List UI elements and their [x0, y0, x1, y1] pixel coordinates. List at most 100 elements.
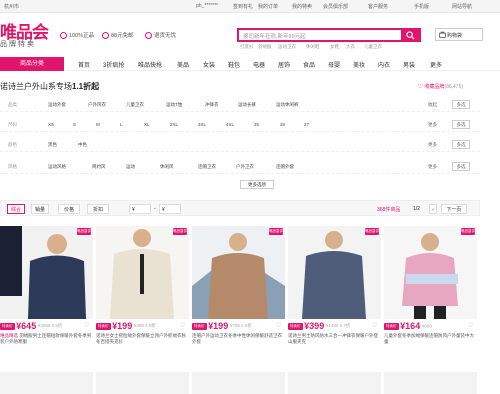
- product-card[interactable]: 唯品直供 特卖价 ¥199 ¥798 2.5折 ♡ 连帽户外运动卫衣冬季中性休闲…: [192, 226, 285, 352]
- filter-toggle[interactable]: 更多: [428, 122, 437, 128]
- product-card[interactable]: 唯品直供 特卖价 ¥199 ¥498 4.0折 ♡ 诺诗兰女士摇粒绒外套保暖立领…: [96, 226, 189, 352]
- filter-option[interactable]: L: [120, 122, 123, 127]
- prev-page-button[interactable]: ‹: [429, 204, 437, 214]
- multi-select-button[interactable]: 多选: [452, 140, 470, 149]
- product-desc[interactable]: 儿童外套冬季加绒保暖连帽防风户外童装中大童: [384, 333, 477, 347]
- filter-option[interactable]: S: [73, 122, 76, 127]
- top-link-mobile[interactable]: 手机版: [414, 3, 429, 10]
- product-desc[interactable]: 诺诗兰男士防风防水三合一冲锋衣保暖户外登山服夹克: [288, 333, 381, 347]
- product-card[interactable]: 唯品直供 特卖价 ¥645 ¥2599 2.5折 ♡ 唯品精选 羽绒服男士连帽短…: [0, 226, 93, 352]
- hot-word[interactable]: 休闲鞋: [306, 44, 320, 50]
- product-image[interactable]: [192, 226, 285, 319]
- nav-item-baby[interactable]: 母婴: [328, 60, 340, 69]
- product-desc[interactable]: 诺诗兰女士摇粒绒外套保暖立领户外抓绒衣秋冬百搭夹克衫: [96, 333, 189, 347]
- category-menu-button[interactable]: 商品分类: [0, 57, 64, 71]
- nav-item-men[interactable]: 男装: [403, 60, 415, 69]
- filter-option[interactable]: 2XL: [170, 122, 178, 127]
- top-link-my[interactable]: 我的特卖: [292, 3, 312, 10]
- top-link-service[interactable]: 客户服务: [368, 3, 388, 10]
- product-card[interactable]: 唯品直供 特卖价 ¥164 ¥699 ♡ 儿童外套冬季加绒保暖连帽防风户外童装中…: [384, 226, 477, 352]
- hot-word[interactable]: 打底衫: [240, 44, 254, 50]
- more-options-button[interactable]: 更多选项: [240, 180, 274, 189]
- product-image[interactable]: [96, 226, 189, 319]
- product-image[interactable]: [0, 226, 93, 319]
- filter-option[interactable]: 运动休闲裤: [276, 102, 299, 108]
- filter-option[interactable]: 冲锋衣: [205, 102, 219, 108]
- filter-option[interactable]: 26: [280, 122, 285, 127]
- top-link-club[interactable]: 会员俱乐部: [323, 3, 348, 10]
- filter-option[interactable]: 黑色: [48, 142, 57, 148]
- heart-icon[interactable]: ♡: [468, 322, 475, 329]
- filter-option[interactable]: 简约风: [92, 164, 106, 170]
- heart-icon[interactable]: ♡: [372, 322, 379, 329]
- hot-word[interactable]: 运动卫衣: [278, 44, 296, 50]
- filter-option[interactable]: 25: [254, 122, 259, 127]
- search-input[interactable]: 婆司新年狂欢,新年99元起: [243, 32, 306, 40]
- heart-icon[interactable]: ♡: [84, 322, 91, 329]
- user-name[interactable]: ph_*******: [196, 3, 218, 9]
- nav-item-beauty-goods[interactable]: 美品: [177, 60, 189, 69]
- filter-toggle[interactable]: 更多: [428, 164, 437, 170]
- nav-item-food[interactable]: 食品: [303, 60, 315, 69]
- multi-select-button[interactable]: 多选: [452, 100, 470, 109]
- multi-select-button[interactable]: 多选: [452, 162, 470, 171]
- filter-option[interactable]: 连帽卫衣: [198, 164, 216, 170]
- nav-item-shoes[interactable]: 鞋包: [228, 60, 240, 69]
- filter-toggle[interactable]: 更多: [428, 142, 437, 148]
- filter-option[interactable]: 3XL: [198, 122, 206, 127]
- product-card-partial[interactable]: [96, 372, 189, 394]
- filter-toggle[interactable]: 收起: [428, 102, 437, 108]
- filter-option[interactable]: XL: [144, 122, 150, 127]
- product-image[interactable]: [288, 226, 381, 319]
- sort-price[interactable]: 价格: [58, 204, 80, 214]
- filter-option[interactable]: 运动: [126, 164, 135, 170]
- search-box[interactable]: 婆司新年狂欢,新年99元起: [237, 28, 421, 42]
- filter-option[interactable]: 运动外套: [48, 102, 66, 108]
- product-desc[interactable]: 唯品精选 羽绒服男士连帽短款保暖外套冬季男装户外防寒服: [0, 333, 93, 347]
- filter-option[interactable]: 4XL: [226, 122, 234, 127]
- nav-item-electronics[interactable]: 电器: [253, 60, 265, 69]
- price-min-input[interactable]: ¥: [129, 204, 151, 214]
- nav-item-sale[interactable]: 3折疯抢: [103, 60, 124, 69]
- hot-word[interactable]: 儿童卫衣: [364, 44, 382, 50]
- sort-discount[interactable]: 折扣: [87, 204, 109, 214]
- filter-option[interactable]: 连帽外套: [276, 164, 294, 170]
- filter-option[interactable]: 户外卫衣: [236, 164, 254, 170]
- nav-item-more[interactable]: 更多: [430, 60, 442, 69]
- product-card-partial[interactable]: [288, 372, 381, 394]
- filter-option[interactable]: M: [96, 122, 100, 127]
- price-max-input[interactable]: ¥: [159, 204, 181, 214]
- hot-word[interactable]: 羽绒服: [258, 44, 272, 50]
- product-card-partial[interactable]: [384, 372, 477, 394]
- heart-icon[interactable]: ♡: [276, 322, 283, 329]
- product-desc[interactable]: 连帽户外运动卫衣冬季中性休闲保暖舒适卫衣外套: [192, 333, 285, 347]
- heart-icon[interactable]: ♡: [180, 322, 187, 329]
- cart-button[interactable]: 购物袋: [435, 28, 483, 41]
- hot-word[interactable]: 女鞋: [330, 44, 339, 50]
- nav-item-underwear[interactable]: 内衣: [378, 60, 390, 69]
- next-page-button[interactable]: 下一页: [441, 204, 467, 214]
- top-link-sitenav[interactable]: 网站导航: [452, 3, 472, 10]
- top-link-orders[interactable]: 我的订单: [258, 3, 278, 10]
- nav-item-makeup[interactable]: 美妆: [353, 60, 365, 69]
- filter-option[interactable]: 运动长裤: [238, 102, 256, 108]
- hot-word[interactable]: 大衣: [346, 44, 355, 50]
- filter-option[interactable]: 27: [304, 122, 309, 127]
- filter-option[interactable]: 儿童卫衣: [126, 102, 144, 108]
- product-image[interactable]: [384, 226, 477, 319]
- sort-default[interactable]: 综合: [7, 204, 25, 214]
- nav-item-home-deco[interactable]: 居饰: [278, 60, 290, 69]
- filter-option[interactable]: 中色: [78, 142, 87, 148]
- search-button[interactable]: [401, 28, 421, 42]
- city-selector[interactable]: 杭州市: [4, 3, 19, 10]
- favorite-brand-button[interactable]: ♡ 收藏品牌(86,475): [418, 83, 463, 90]
- product-card[interactable]: 唯品直供 特卖价 ¥399 ¥1480 2.7折 ♡ 诺诗兰男士防风防水三合一冲…: [288, 226, 381, 352]
- product-card-partial[interactable]: [192, 372, 285, 394]
- nav-item-home[interactable]: 首页: [78, 60, 90, 69]
- nav-item-women[interactable]: 女装: [203, 60, 215, 69]
- filter-option[interactable]: 运动T恤: [166, 102, 182, 108]
- filter-option[interactable]: 户外风衣: [88, 102, 106, 108]
- filter-option[interactable]: 运动风格: [48, 164, 66, 170]
- multi-select-button[interactable]: 多选: [452, 120, 470, 129]
- filter-option[interactable]: XS: [48, 122, 54, 127]
